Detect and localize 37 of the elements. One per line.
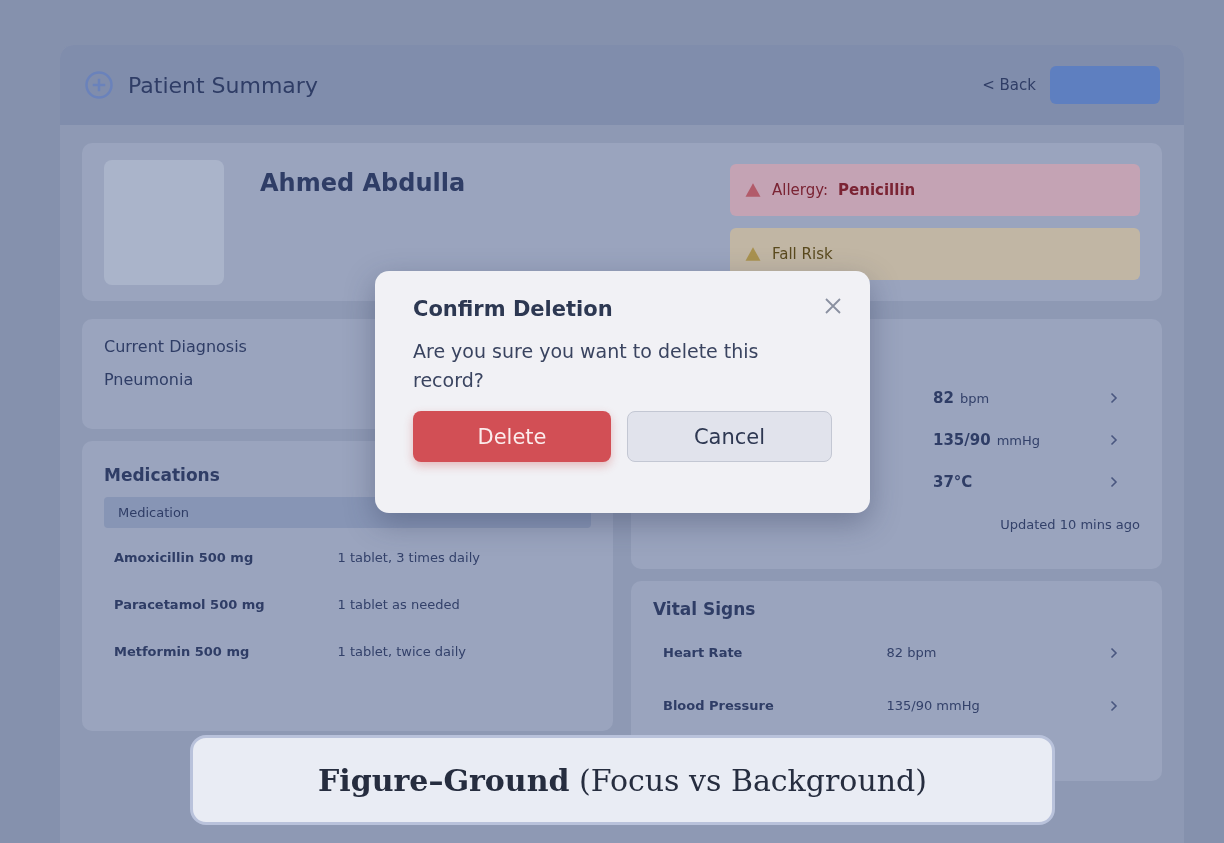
section-title: Medications (104, 465, 220, 485)
vital-value: 135/90 mmHg (886, 698, 981, 713)
warning-icon (744, 181, 762, 199)
vital-value: 82 (933, 389, 954, 407)
alert-banner[interactable]: Allergy: Penicillin (730, 164, 1140, 216)
patient-name: Ahmed Abdulla (260, 169, 467, 197)
vital-label: Heart Rate (663, 645, 744, 660)
dialog-title: Confirm Deletion (413, 297, 614, 321)
page-title: Patient Summary (128, 72, 319, 98)
back-link[interactable]: < Back (982, 76, 1036, 94)
medication-dose: 1 tablet, twice daily (337, 644, 467, 659)
medication-name: Metformin 500 mg (114, 644, 251, 659)
updated-text: Updated 10 mins ago (1000, 517, 1140, 532)
medication-dose: 1 tablet, 3 times daily (337, 550, 481, 565)
vital-value: 37°C (933, 473, 973, 491)
vital-unit: mmHg (996, 433, 1041, 448)
delete-button[interactable]: Delete (413, 411, 611, 462)
chevron-icon (1110, 699, 1118, 712)
vital-value: 82 bpm (886, 645, 938, 660)
warning-icon (744, 245, 762, 263)
dialog-message: Are you sure you want to delete this record? (413, 339, 760, 393)
diagnosis-value: Pneumonia (104, 370, 194, 389)
chevron-icon (1110, 392, 1118, 404)
chevron-icon (1110, 476, 1118, 488)
medication-name: Paracetamol 500 mg (114, 597, 266, 612)
diagnosis-label: Current Diagnosis (104, 337, 247, 356)
vital-label: Blood Pressure (663, 698, 775, 713)
alert-banner[interactable]: Fall Risk (730, 228, 1140, 280)
vital-unit: bpm (959, 391, 990, 406)
chevron-icon (1110, 434, 1118, 446)
medication-dose: 1 tablet as needed (337, 597, 461, 612)
cancel-button[interactable]: Cancel (627, 411, 832, 462)
caption-text: Figure–Ground (Focus vs Background) (318, 762, 927, 798)
section-title: Vital Signs (653, 599, 756, 619)
chevron-icon (1110, 646, 1118, 659)
vital-value: 135/90 (933, 431, 991, 449)
medication-name: Amoxicillin 500 mg (114, 550, 255, 565)
